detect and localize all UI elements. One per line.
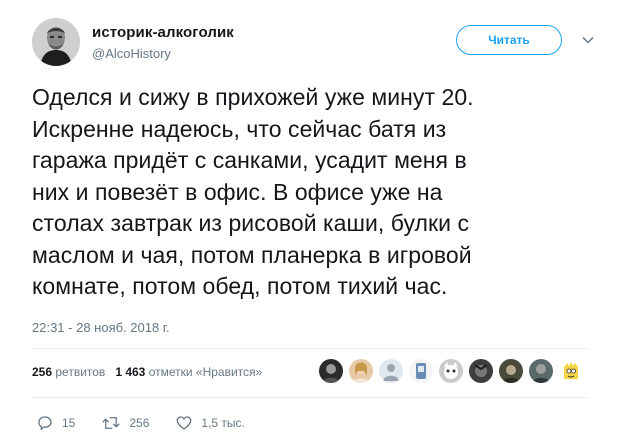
follow-button[interactable]: Читать	[456, 25, 562, 55]
liker-avatar[interactable]	[408, 358, 434, 384]
liker-avatar-9-icon	[559, 359, 583, 383]
liker-avatar-6-icon	[469, 359, 493, 383]
likes-count: 1 463	[115, 365, 146, 379]
liker-avatar-7-icon	[499, 359, 523, 383]
tweet-actions: 15 256 1,5 тыс.	[36, 413, 271, 433]
retweet-icon	[102, 417, 120, 429]
author-display-name[interactable]: историк-алкоголик	[92, 24, 234, 42]
tweet-header: историк-алкоголик @AlcoHistory Читать	[32, 18, 602, 68]
avatar-portrait-icon	[32, 18, 80, 66]
tweet-text-line: комнате, потом обед, потом тихий час.	[32, 273, 448, 299]
tweet-text-line: Оделся и сижу в прихожей уже минут 20.	[32, 84, 474, 110]
liker-avatar-1-icon	[319, 359, 343, 383]
author-names: историк-алкоголик @AlcoHistory	[92, 24, 234, 63]
retweet-action[interactable]: 256	[101, 414, 149, 432]
liker-avatar[interactable]	[498, 358, 524, 384]
author-handle[interactable]: @AlcoHistory	[92, 45, 234, 63]
like-count: 1,5 тыс.	[201, 416, 245, 430]
tweet-text-line: Искренне надеюсь, что сейчас батя из	[32, 115, 447, 142]
retweet-count: 256	[129, 416, 150, 430]
author-avatar[interactable]	[32, 18, 80, 66]
tweet-text-line: гаража придёт с санками, усадит меня в	[32, 147, 467, 173]
divider	[32, 348, 588, 349]
liker-avatar-5-icon	[439, 359, 463, 383]
liker-avatar-2-icon	[349, 359, 373, 383]
reply-count: 15	[62, 416, 76, 430]
likes-label: отметки «Нравится»	[148, 365, 263, 379]
tweet-text-line: столах завтрак из рисовой каши, булки с	[32, 210, 470, 236]
liker-avatar-3-icon	[379, 359, 403, 383]
liker-avatar[interactable]	[318, 358, 344, 384]
likes-stat[interactable]: 1 463 отметки «Нравится»	[115, 365, 262, 379]
liker-avatar[interactable]	[348, 358, 374, 384]
liker-avatar[interactable]	[528, 358, 554, 384]
retweets-count: 256	[32, 365, 53, 379]
liker-avatar[interactable]	[468, 358, 494, 384]
liker-avatar-4-icon	[409, 359, 433, 383]
tweet-text: Оделся и сижу в прихожей уже минут 20. И…	[32, 82, 602, 303]
tweet-timestamp[interactable]: 22:31 - 28 нояб. 2018 г.	[32, 320, 170, 335]
liker-avatar-8-icon	[529, 359, 553, 383]
reply-icon	[38, 416, 52, 431]
liker-avatar[interactable]	[378, 358, 404, 384]
likers-avatars	[318, 358, 588, 386]
tweet-card: историк-алкоголик @AlcoHistory Читать Од…	[0, 0, 620, 445]
heart-icon	[177, 416, 192, 430]
tweet-stats: 256 ретвитов 1 463 отметки «Нравится»	[32, 365, 262, 379]
liker-avatar[interactable]	[558, 358, 584, 384]
divider	[32, 397, 588, 398]
tweet-text-line: них и повезёт в офис. В офисе уже на	[32, 178, 443, 205]
reply-action[interactable]: 15	[36, 414, 75, 432]
chevron-down-icon[interactable]	[581, 33, 595, 47]
tweet-text-line: маслом и чая, потом планерка в игровой	[32, 241, 472, 268]
like-action[interactable]: 1,5 тыс.	[175, 414, 245, 432]
retweets-label: ретвитов	[55, 365, 106, 379]
liker-avatar[interactable]	[438, 358, 464, 384]
retweets-stat[interactable]: 256 ретвитов	[32, 365, 105, 379]
